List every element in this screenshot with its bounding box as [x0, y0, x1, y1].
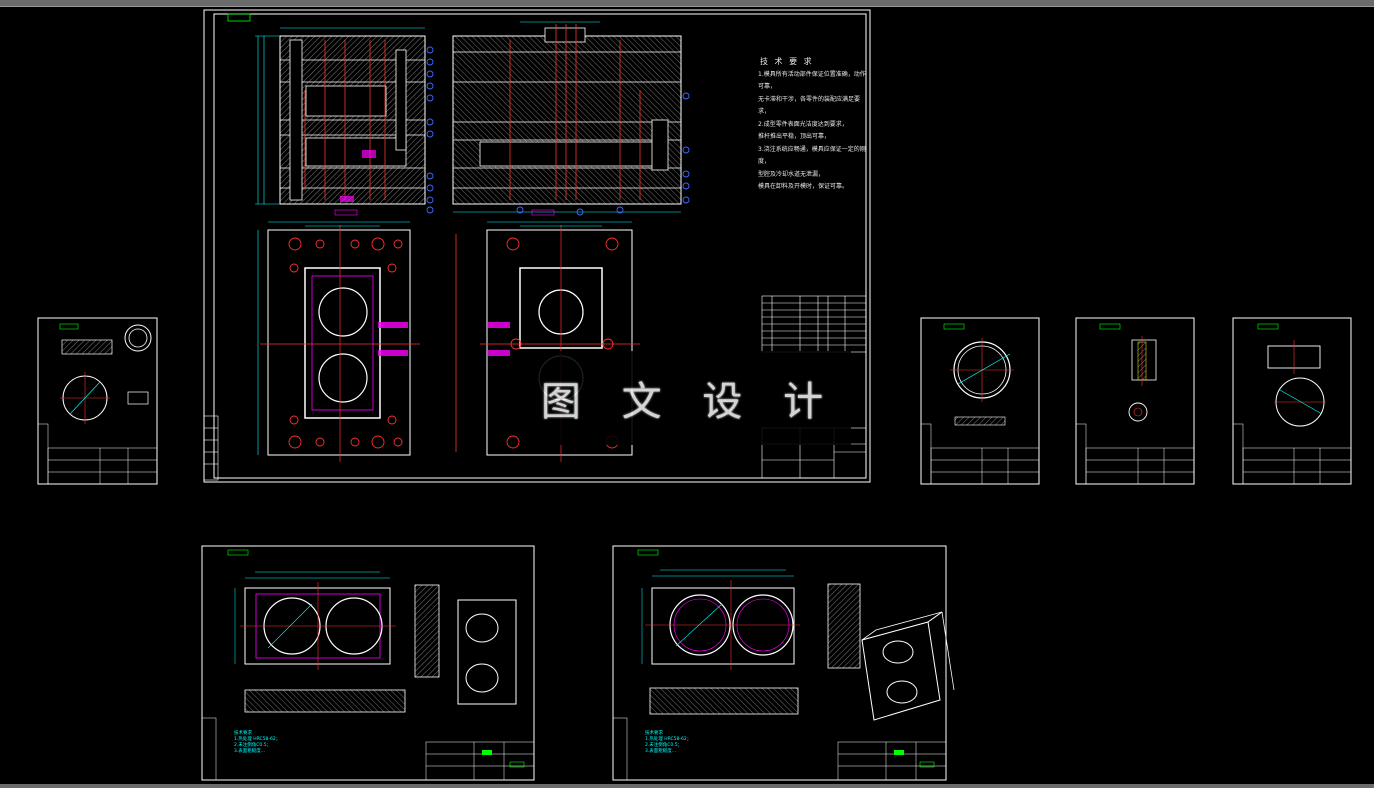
cad-status-strip: [0, 784, 1374, 788]
section-view-a[interactable]: [255, 27, 434, 214]
part-sheet-2[interactable]: [920, 317, 1040, 485]
section-view-b[interactable]: [452, 21, 690, 216]
part-sheet-1[interactable]: [37, 317, 158, 485]
cavity-sheet-2-notes: 技术要求 1.热处理 HRC58-62； 2.未注倒角C0.5； 3.表面粗糙度…: [645, 731, 691, 755]
tech-req-line: 型腔及冷却水道无泄漏，: [758, 170, 825, 178]
technical-requirements-title: 技 术 要 求: [760, 57, 814, 66]
drawing-number-box: [227, 13, 251, 22]
cad-toolbar-strip: [0, 0, 1374, 7]
cavity-sheet-1-notes: 技术要求 1.热处理 HRC58-62； 2.未注倒角C0.5； 3.表面粗糙度…: [234, 731, 280, 755]
tech-req-line: 推杆推出平稳，顶出可靠，: [758, 133, 831, 140]
tech-req-line: 3.浇注系统应畅通，模具应保证一定的刚度，: [758, 145, 866, 166]
plan-view-moving-half[interactable]: [257, 209, 420, 462]
parts-list-table: [761, 295, 867, 353]
part-sheet-3[interactable]: [1075, 317, 1195, 485]
watermark-overlay: 图 文 设 计: [527, 351, 851, 445]
tech-req-line: 1.模具所有活动部件保证位置准确，动作可靠，: [758, 70, 866, 91]
note-line: 3.表面粗糙度...: [234, 749, 266, 754]
tech-req-line: 模具在卸料及开模时，保证可靠。: [758, 183, 849, 190]
tech-req-line: 2.成型零件表面光洁度达到要求，: [758, 120, 848, 128]
tech-req-line: 无卡滞和干涉，各零件的装配应满足要求，: [758, 95, 861, 116]
watermark-text: 图 文 设 计: [540, 379, 838, 425]
part-sheet-4[interactable]: [1232, 317, 1352, 485]
note-line: 3.表面粗糙度...: [645, 749, 677, 754]
technical-requirements: 技 术 要 求 1.模具所有活动部件保证位置准确，动作可靠， 无卡滞和干涉，各零…: [758, 56, 868, 194]
